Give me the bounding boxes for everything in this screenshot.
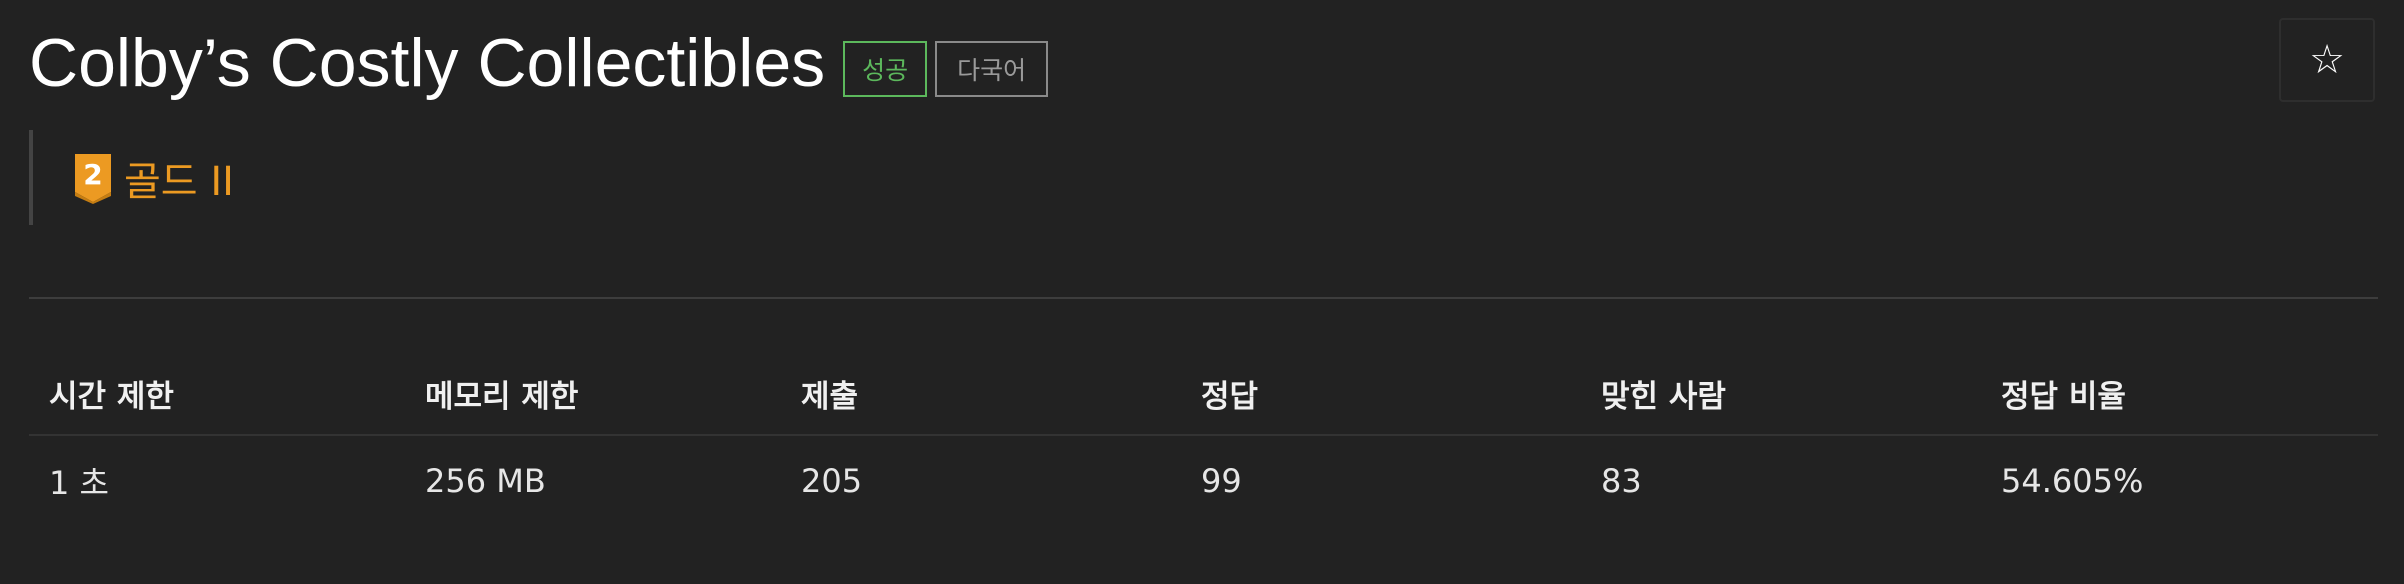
value-submissions: 205 bbox=[801, 462, 863, 500]
tier-label[interactable]: 골드 II bbox=[124, 149, 234, 207]
header-memory-limit: 메모리 제한 bbox=[425, 378, 579, 415]
header-solved-users: 맞힌 사람 bbox=[1601, 378, 1726, 415]
problem-title: Colby’s Costly Collectibles bbox=[29, 25, 826, 101]
table-row: 1 초 256 MB 205 99 83 54.605% bbox=[29, 436, 2378, 526]
multilang-badge[interactable]: 다국어 bbox=[935, 41, 1049, 97]
tier-number: 2 bbox=[83, 158, 102, 191]
value-accept-ratio: 54.605% bbox=[2001, 462, 2144, 500]
divider bbox=[29, 297, 2378, 299]
header-time-limit: 시간 제한 bbox=[49, 378, 174, 415]
gold-tier-icon: 2 bbox=[75, 153, 111, 204]
favorite-button[interactable]: ☆ bbox=[2279, 18, 2375, 102]
star-icon: ☆ bbox=[2309, 37, 2345, 83]
header-submissions: 제출 bbox=[801, 378, 859, 415]
header-accepted: 정답 bbox=[1201, 378, 1259, 415]
tier-block: 2 골드 II bbox=[29, 130, 433, 225]
header-accept-ratio: 정답 비율 bbox=[2001, 378, 2126, 415]
problem-info-table: 시간 제한 메모리 제한 제출 정답 맞힌 사람 정답 비율 1 초 256 M… bbox=[29, 352, 2378, 526]
problem-header: Colby’s Costly Collectibles 성공 다국어 bbox=[29, 20, 1049, 106]
value-accepted: 99 bbox=[1201, 462, 1242, 500]
value-solved-users: 83 bbox=[1601, 462, 1642, 500]
value-time-limit: 1 초 bbox=[49, 464, 109, 502]
value-memory-limit: 256 MB bbox=[425, 462, 546, 500]
success-badge[interactable]: 성공 bbox=[843, 41, 928, 97]
table-header-row: 시간 제한 메모리 제한 제출 정답 맞힌 사람 정답 비율 bbox=[29, 352, 2378, 436]
